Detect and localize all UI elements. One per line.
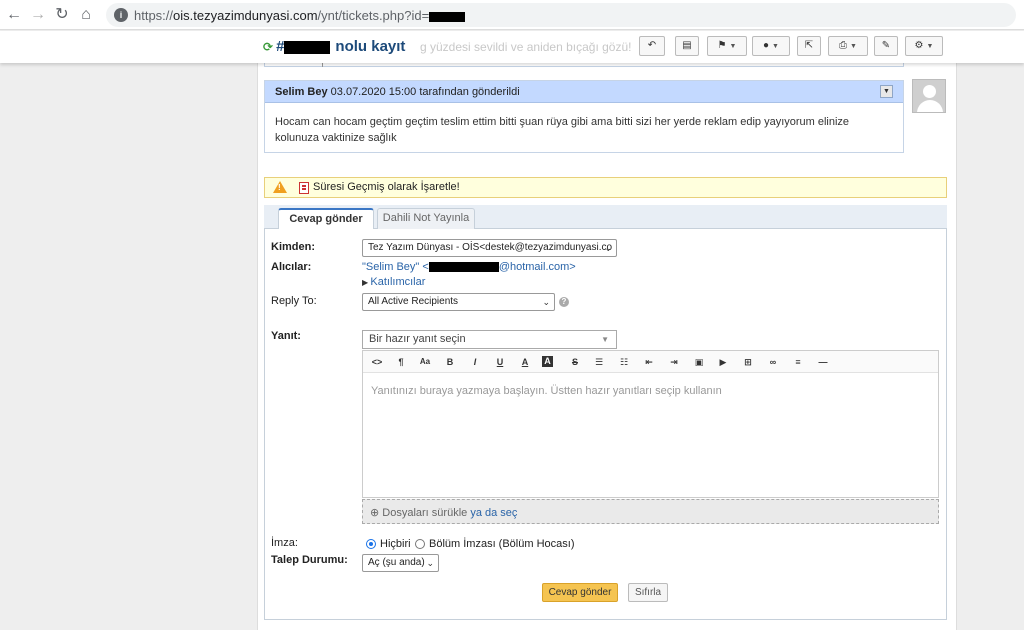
table-icon[interactable]: ⊞ bbox=[740, 354, 756, 370]
paragraph-icon[interactable]: ¶ bbox=[393, 354, 409, 370]
editor-toolbar: <> ¶ Aa B I U A A S ☰ ☷ ⇤ ⇥ ▣ ▶ ⊞ ∞ ≡ — bbox=[363, 351, 938, 373]
ghost-subject-text: g yüzdesi sevildi ve aniden bıçağı gözü! bbox=[420, 40, 632, 54]
transfer-icon[interactable]: ⇱ bbox=[797, 36, 821, 56]
signature-label: İmza: bbox=[271, 537, 298, 549]
assign-menu-button[interactable]: ● ▼ bbox=[752, 36, 790, 56]
from-label: Kimden: bbox=[271, 241, 315, 253]
document-icon[interactable]: ▤ bbox=[675, 36, 699, 56]
thread-entry-meta: Selim Bey 03.07.2020 15:00 tarafından gö… bbox=[275, 86, 520, 98]
reply-editor[interactable]: <> ¶ Aa B I U A A S ☰ ☷ ⇤ ⇥ ▣ ▶ ⊞ ∞ ≡ — … bbox=[362, 350, 939, 498]
signature-none-radio[interactable] bbox=[366, 539, 376, 549]
flag-icon: ⚑ bbox=[717, 40, 727, 51]
tab-internal-note[interactable]: Dahili Not Yayınla bbox=[377, 208, 475, 229]
redacted-ticket-number bbox=[284, 40, 331, 54]
thread-entry: Selim Bey 03.07.2020 15:00 tarafından gö… bbox=[264, 80, 904, 153]
print-icon: ⎙ bbox=[839, 40, 848, 51]
align-icon[interactable]: ≡ bbox=[790, 354, 806, 370]
from-select[interactable]: Tez Yazım Dünyası - OİS<destek@tezyazimd… bbox=[362, 239, 617, 257]
image-icon[interactable]: ▣ bbox=[691, 354, 707, 370]
settings-menu-button[interactable]: ⚙ ▼ bbox=[905, 36, 943, 56]
user-icon: ● bbox=[763, 40, 770, 51]
submit-reply-button[interactable]: Cevap gönder bbox=[542, 583, 618, 602]
chevron-down-icon: ⌄ bbox=[426, 558, 434, 568]
bold-icon[interactable]: B bbox=[442, 354, 458, 370]
strikethrough-icon[interactable]: S bbox=[567, 354, 583, 370]
response-tabs: Cevap gönder Dahili Not Yayınla bbox=[264, 205, 947, 230]
reply-icon[interactable]: ↶ bbox=[639, 36, 665, 56]
choose-file-link[interactable]: ya da seç bbox=[470, 507, 517, 519]
font-size-icon[interactable]: Aa bbox=[417, 354, 433, 370]
underline-icon[interactable]: U bbox=[492, 354, 508, 370]
entry-options-chevron-icon[interactable]: ▼ bbox=[880, 85, 893, 98]
horizontal-rule-icon[interactable]: — bbox=[815, 354, 831, 370]
overdue-flag-icon[interactable] bbox=[299, 182, 309, 194]
reload-icon[interactable]: ↻ bbox=[52, 5, 72, 25]
forward-arrow-icon[interactable]: → bbox=[28, 5, 48, 25]
editor-placeholder: Yanıtınızı buraya yazmaya başlayın. Üstt… bbox=[371, 385, 722, 397]
ticket-status-select[interactable]: Aç (şu anda) ⌄ bbox=[362, 554, 439, 572]
avatar bbox=[912, 79, 946, 113]
edit-icon[interactable]: ✎ bbox=[874, 36, 898, 56]
ticket-title[interactable]: ⟳ # nolu kayıt bbox=[263, 38, 405, 55]
previous-entry-bottom bbox=[264, 63, 904, 67]
overdue-warning-banner: Süresi Geçmiş olarak İşaretle! bbox=[264, 177, 947, 198]
outdent-icon[interactable]: ⇤ bbox=[641, 354, 657, 370]
signature-none-label[interactable]: Hiçbiri bbox=[380, 538, 411, 550]
site-info-icon[interactable]: i bbox=[114, 8, 128, 22]
link-icon[interactable]: ∞ bbox=[765, 354, 781, 370]
url-text: https://ois.tezyazimdunyasi.com/ynt/tick… bbox=[134, 8, 466, 23]
response-label: Yanıt: bbox=[271, 330, 301, 342]
print-menu-button[interactable]: ⎙ ▼ bbox=[828, 36, 868, 56]
indent-icon[interactable]: ⇥ bbox=[666, 354, 682, 370]
reply-to-label: Reply To: bbox=[271, 295, 317, 307]
chevron-down-icon: ▼ bbox=[772, 43, 779, 50]
signature-dept-label[interactable]: Bölüm İmzası (Bölüm Hocası) bbox=[429, 538, 574, 550]
refresh-icon[interactable]: ⟳ bbox=[263, 40, 273, 54]
numbered-list-icon[interactable]: ☷ bbox=[616, 354, 632, 370]
tab-reply[interactable]: Cevap gönder bbox=[278, 208, 374, 230]
redacted-email bbox=[428, 262, 499, 273]
address-bar[interactable]: i https://ois.tezyazimdunyasi.com/ynt/ti… bbox=[106, 3, 1016, 27]
chevron-down-icon: ▼ bbox=[850, 43, 857, 50]
font-color-icon[interactable]: A bbox=[517, 354, 533, 370]
bullet-list-icon[interactable]: ☰ bbox=[591, 354, 607, 370]
reset-button[interactable]: Sıfırla bbox=[628, 583, 668, 602]
mark-overdue-link[interactable]: Süresi Geçmiş olarak İşaretle! bbox=[313, 181, 460, 193]
back-arrow-icon[interactable]: ← bbox=[4, 5, 24, 25]
recipient-email[interactable]: "Selim Bey" < @hotmail.com> bbox=[362, 261, 576, 273]
chevron-down-icon: ⌄ bbox=[604, 243, 612, 253]
reply-to-select[interactable]: All Active Recipients ⌄ bbox=[362, 293, 555, 311]
chevron-down-icon: ▼ bbox=[601, 335, 609, 344]
highlight-icon[interactable]: A bbox=[542, 356, 553, 367]
canned-response-select[interactable]: Bir hazır yanıt seçin ▼ bbox=[362, 330, 617, 349]
recipients-label: Alıcılar: bbox=[271, 261, 312, 273]
redacted-id bbox=[429, 11, 466, 22]
thread-entry-header: Selim Bey 03.07.2020 15:00 tarafından gö… bbox=[265, 81, 903, 103]
signature-dept-radio[interactable] bbox=[415, 539, 425, 549]
browser-toolbar: ← → ↻ ⌂ i https://ois.tezyazimdunyasi.co… bbox=[0, 0, 1024, 30]
help-icon[interactable]: ? bbox=[559, 297, 569, 307]
chevron-down-icon: ▼ bbox=[926, 43, 934, 50]
italic-icon[interactable]: I bbox=[467, 354, 483, 370]
flag-menu-button[interactable]: ⚑ ▼ bbox=[707, 36, 747, 56]
gear-icon: ⚙ bbox=[914, 40, 924, 51]
collaborators-link[interactable]: ▶ Katılımcılar bbox=[362, 276, 425, 288]
file-drop-zone[interactable]: ⊕ Dosyaları sürükle ya da seç bbox=[362, 499, 939, 524]
thread-entry-body: Hocam can hocam geçtim geçtim teslim ett… bbox=[275, 116, 850, 144]
chevron-down-icon: ⌄ bbox=[542, 297, 550, 307]
home-icon[interactable]: ⌂ bbox=[76, 5, 96, 25]
code-view-icon[interactable]: <> bbox=[369, 354, 385, 370]
file-drop-text: ⊕ Dosyaları sürükle ya da seç bbox=[370, 507, 518, 519]
warning-icon bbox=[273, 181, 287, 193]
chevron-down-icon: ▼ bbox=[729, 43, 737, 50]
ticket-sticky-header: g yüzdesi sevildi ve aniden bıçağı gözü!… bbox=[0, 31, 1024, 63]
upload-icon: ⊕ bbox=[370, 507, 383, 519]
ticket-status-label: Talep Durumu: bbox=[271, 554, 348, 566]
previous-entry-divider bbox=[322, 63, 323, 67]
video-icon[interactable]: ▶ bbox=[715, 354, 731, 370]
